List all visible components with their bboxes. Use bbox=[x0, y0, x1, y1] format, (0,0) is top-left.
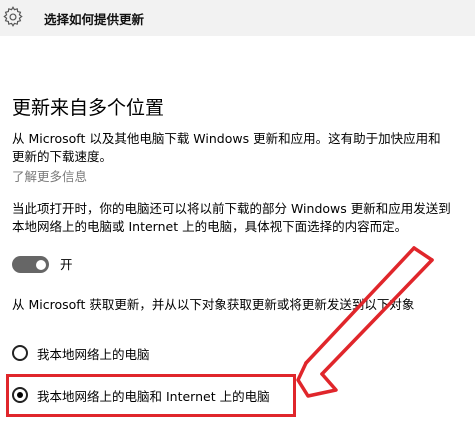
detail-text: 当此项打开时，你的电脑还可以将以前下载的部分 Windows 更新和应用发送到本… bbox=[12, 201, 451, 234]
title-bar: 选择如何提供更新 bbox=[0, 0, 475, 36]
source-prompt-text: 从 Microsoft 获取更新，并从以下对象获取更新或将更新发送到以下对象 bbox=[12, 297, 415, 312]
radio-local-network[interactable] bbox=[12, 345, 28, 361]
toggle-knob bbox=[36, 259, 46, 270]
toggle-label: 开 bbox=[60, 257, 73, 272]
gear-icon[interactable] bbox=[2, 6, 24, 28]
highlight-box bbox=[6, 374, 296, 417]
learn-more-link[interactable]: 了解更多信息 bbox=[12, 166, 87, 185]
description-text: 从 Microsoft 以及其他电脑下载 Windows 更新和应用。这有助于加… bbox=[12, 131, 441, 164]
radio-label-local-network[interactable]: 我本地网络上的电脑 bbox=[37, 344, 150, 363]
section-heading: 更新来自多个位置 bbox=[12, 97, 165, 119]
delivery-toggle[interactable] bbox=[12, 256, 49, 273]
page-title: 选择如何提供更新 bbox=[44, 12, 145, 27]
